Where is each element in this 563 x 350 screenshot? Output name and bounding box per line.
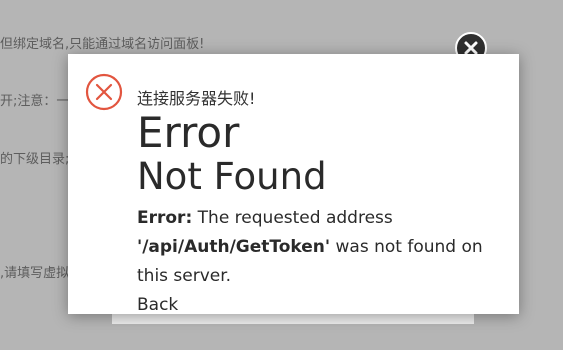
error-x-circle-icon [85, 73, 123, 111]
background-text-line: 开;注意：一 [0, 94, 70, 109]
dialog-content: Error Not Found Error: The requested add… [137, 110, 507, 320]
background-text-line: ,请填写虚拟 [0, 266, 70, 281]
background-text-line: 的下级目录; [0, 152, 70, 167]
error-label: Error: [137, 208, 193, 228]
background-text-line: 但绑定域名,只能通过域名访问面板! [0, 37, 205, 52]
error-heading: Error [137, 108, 240, 157]
not-found-heading: Not Found [137, 155, 327, 198]
error-dialog: 连接服务器失败! Error Not Found Error: The requ… [68, 54, 519, 315]
error-message: Error: The requested address '/api/Auth/… [137, 204, 507, 291]
error-message-text: The requested address [192, 208, 393, 228]
dialog-title: 连接服务器失败! [137, 89, 256, 108]
error-path: '/api/Auth/GetToken' [137, 237, 331, 257]
back-link[interactable]: Back [137, 291, 178, 320]
